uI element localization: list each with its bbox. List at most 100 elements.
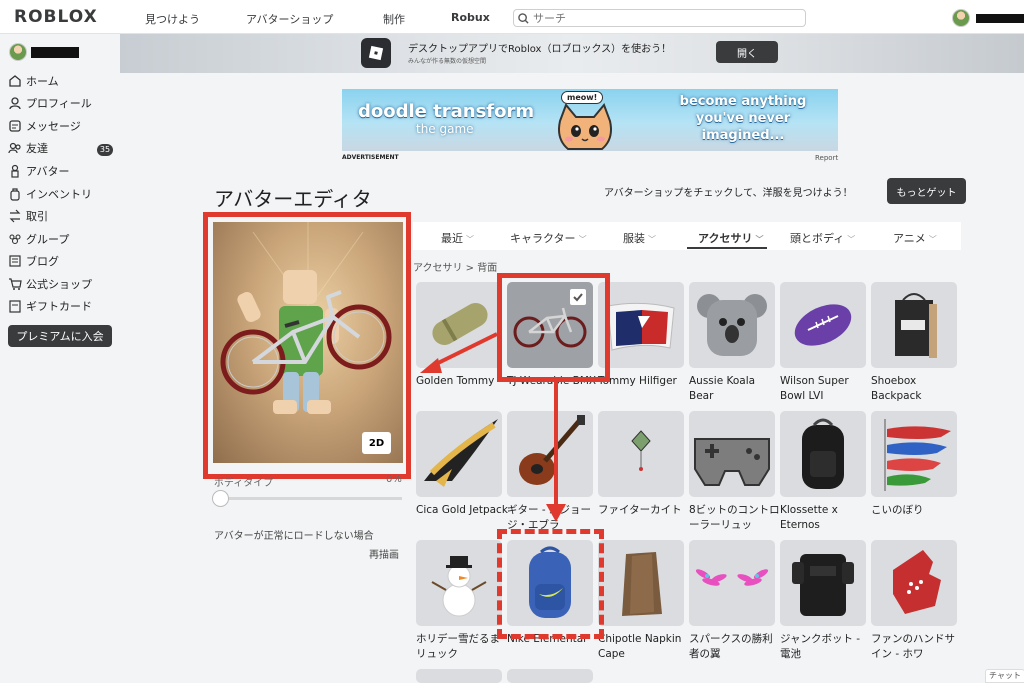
item-card[interactable]: Cica Gold Jetpack [416, 411, 508, 518]
sidebar-item-gift-card[interactable]: ギフトカード [8, 298, 92, 314]
sidebar-item-avatar[interactable]: アバター [8, 163, 70, 179]
open-app-button[interactable]: 開く [716, 41, 778, 63]
advertisement-banner[interactable]: doodle transform the game meow! become a… [342, 89, 838, 151]
item-name: TJ Wearable BMX [507, 375, 597, 387]
item-thumbnail-partial[interactable] [507, 669, 593, 683]
nav-robux[interactable]: Robux [451, 11, 490, 24]
item-name: Golden Tommy [416, 375, 495, 387]
nav-avatar-shop[interactable]: アバターショップ [246, 11, 333, 27]
tab-accessories[interactable]: アクセサリ ﹀ [698, 230, 763, 246]
premium-button[interactable]: プレミアムに入会 [8, 325, 112, 347]
chevron-down-icon: ﹀ [847, 235, 856, 244]
sidebar-item-label: ホーム [26, 75, 59, 88]
item-card[interactable]: ギター - ルジョージ・エブラ [507, 411, 593, 533]
sidebar-item-inventory[interactable]: インベントリ [8, 186, 92, 202]
nav-discover[interactable]: 見つけよう [145, 11, 200, 27]
user-menu[interactable] [952, 9, 1024, 27]
sidebar-item-label: アバター [26, 165, 70, 178]
item-card[interactable]: こいのぼり [871, 411, 957, 518]
giftcard-icon [9, 300, 21, 313]
shoebox-icon [895, 293, 937, 358]
sidebar-item-official-shop[interactable]: 公式ショップ [8, 276, 92, 292]
item-thumbnail [416, 282, 502, 368]
item-thumbnail [780, 540, 866, 626]
sidebar-item-blog[interactable]: ブログ [8, 253, 59, 269]
item-name: Tommy Hilfiger [598, 375, 677, 387]
blog-icon [9, 255, 21, 267]
snowman-icon [431, 556, 487, 617]
sidebar-item-label: インベントリ [26, 188, 92, 201]
item-name: ギター - ルジョージ・エブラ [507, 504, 591, 531]
sidebar-item-home[interactable]: ホーム [8, 73, 59, 89]
active-tab-indicator [687, 247, 767, 249]
tab-label: 服装 [623, 232, 645, 245]
item-card[interactable]: ファイターカイト [598, 411, 684, 518]
item-card[interactable]: Shoebox Backpack [871, 282, 957, 404]
banner-title: デスクトップアプリでRoblox（ロブロックス）を使おう！ [408, 44, 672, 55]
sidebar-item-label: ギフトカード [26, 300, 92, 313]
item-card[interactable]: Klossette x Eternos [780, 411, 866, 533]
cat-icon [558, 103, 612, 150]
redraw-link[interactable]: 再描画 [369, 546, 399, 561]
ad-title: doodle transform [358, 101, 535, 122]
tab-recent[interactable]: 最近 ﹀ [441, 230, 474, 246]
tab-animations[interactable]: アニメ ﹀ [893, 230, 937, 246]
item-name: Shoebox Backpack [871, 375, 922, 402]
get-more-button[interactable]: もっとゲット [887, 178, 966, 204]
nike-backpack-icon [529, 546, 571, 618]
tab-characters[interactable]: キャラクター ﹀ [510, 230, 587, 246]
top-navigation-bar: ROBLOX 見つけよう アバターショップ 制作 Robux [0, 0, 1024, 34]
sidebar-item-trade[interactable]: 取引 [8, 208, 48, 224]
tab-clothing[interactable]: 服装 ﹀ [623, 230, 656, 246]
sidebar-item-profile[interactable]: プロフィール [8, 95, 92, 111]
body-type-slider-thumb[interactable] [212, 490, 229, 507]
sidebar-item-groups[interactable]: グループ [8, 231, 69, 247]
body-type-slider-track[interactable] [219, 497, 402, 500]
chevron-down-icon: ﹀ [755, 235, 764, 244]
item-card[interactable]: 8ビットのコントローラーリュッ [689, 411, 780, 533]
roblox-app-icon [361, 38, 391, 68]
report-ad-link[interactable]: Report [815, 154, 838, 162]
search-box[interactable] [513, 9, 806, 27]
item-thumbnail [689, 411, 775, 497]
item-card[interactable]: Chipotle Napkin Cape [598, 540, 684, 662]
item-card[interactable]: Nike Elemental [507, 540, 593, 647]
avatar-preview[interactable] [213, 222, 403, 463]
item-name: スパークスの勝利者の翼 [689, 633, 773, 660]
ad-speech-bubble: meow! [561, 91, 604, 104]
chat-tab[interactable]: チャット [985, 669, 1024, 683]
nav-create[interactable]: 制作 [383, 11, 405, 27]
roblox-logo[interactable]: ROBLOX [14, 7, 134, 27]
shop-promo-text: アバターショップをチェックして、洋服を見つけよう！ [604, 188, 853, 199]
load-help-text: アバターが正常にロードしない場合 [214, 531, 374, 542]
banner-subtitle: みんなが作る無数の仮想空間 [408, 58, 487, 65]
sidebar-item-friends[interactable]: 友達 [8, 140, 48, 156]
item-name: ホリデー雪だるまリュック [416, 633, 500, 660]
sidebar-item-messages[interactable]: メッセージ [8, 118, 81, 134]
item-card[interactable]: ホリデー雪だるまリュック [416, 540, 502, 662]
chevron-down-icon: ﹀ [648, 235, 656, 244]
tab-label: 頭とボディ [790, 232, 845, 245]
cape-icon [622, 552, 662, 616]
tab-label: アニメ [893, 232, 926, 245]
item-card[interactable]: Golden Tommy [416, 282, 502, 389]
sidebar-user[interactable] [9, 43, 79, 61]
item-card[interactable]: Aussie Koala Bear [689, 282, 775, 404]
item-card[interactable]: スパークスの勝利者の翼 [689, 540, 775, 662]
tab-label: キャラクター [510, 232, 576, 245]
item-card[interactable]: ジャンクボット - 電池 [780, 540, 866, 662]
sidebar: ホーム プロフィール メッセージ 友達 35 アバター インベントリ 取引 グル… [0, 35, 120, 683]
sidebar-item-label: 友達 [26, 142, 48, 155]
view-2d-button[interactable]: 2D [362, 432, 391, 454]
item-card-selected[interactable]: TJ Wearable BMX [507, 282, 596, 389]
sparkle-wings-icon [695, 569, 769, 586]
breadcrumb[interactable]: アクセサリ > 背面 [413, 259, 497, 274]
item-card[interactable]: Wilson Super Bowl LVI [780, 282, 866, 404]
page-title: アバターエディタ [214, 187, 372, 211]
item-thumbnail-partial[interactable] [416, 669, 502, 683]
tab-head-body[interactable]: 頭とボディ ﹀ [790, 230, 855, 246]
search-input[interactable] [533, 11, 793, 25]
item-card[interactable]: Tommy Hilfiger [598, 282, 684, 389]
chevron-down-icon: ﹀ [466, 235, 474, 244]
item-card[interactable]: ファンのハンドサイン - ホワ [871, 540, 957, 662]
